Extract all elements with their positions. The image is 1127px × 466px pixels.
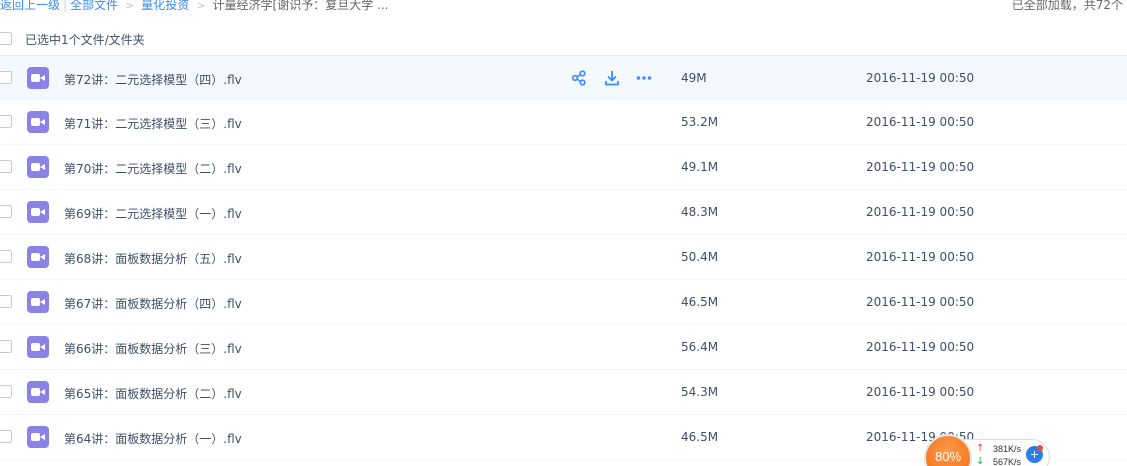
more-icon[interactable]: [635, 69, 653, 87]
file-size: 49M: [681, 71, 707, 85]
table-row[interactable]: 第72讲：二元选择模型（四）.flv 49M 2016-11-19 00:50: [0, 55, 1127, 100]
file-date: 2016-11-19 00:50: [866, 160, 975, 174]
file-name[interactable]: 第68讲：面板数据分析（五）.flv: [64, 250, 242, 267]
all-files-link[interactable]: 全部文件: [70, 0, 118, 12]
selection-bar: 已选中1个文件/文件夹: [0, 26, 1127, 50]
row-checkbox[interactable]: [0, 430, 12, 443]
video-file-icon: [27, 111, 49, 133]
file-date: 2016-11-19 00:50: [866, 205, 975, 219]
file-name[interactable]: 第71讲：二元选择模型（三）.flv: [64, 115, 242, 132]
row-actions: [570, 69, 660, 87]
share-icon[interactable]: [570, 69, 588, 87]
file-date: 2016-11-19 00:50: [866, 115, 975, 129]
video-file-icon: [27, 246, 49, 268]
video-file-icon: [27, 156, 49, 178]
file-name[interactable]: 第70讲：二元选择模型（二）.flv: [64, 160, 242, 177]
table-row[interactable]: 第65讲：面板数据分析（二）.flv 54.3M 2016-11-19 00:5…: [0, 370, 1127, 415]
selection-count-text: 已选中1个文件/文件夹: [25, 33, 145, 47]
download-icon[interactable]: [603, 69, 621, 87]
download-speed: 567K/s: [993, 457, 1022, 466]
row-checkbox[interactable]: [0, 250, 12, 263]
file-name[interactable]: 第69讲：二元选择模型（一）.flv: [64, 205, 242, 222]
video-file-icon: [27, 201, 49, 223]
loaded-status: 已全部加载，共72个: [1011, 0, 1123, 12]
row-checkbox[interactable]: [0, 205, 12, 218]
video-file-icon: [27, 381, 49, 403]
table-row[interactable]: 第66讲：面板数据分析（三）.flv 56.4M 2016-11-19 00:5…: [0, 325, 1127, 370]
video-file-icon: [27, 426, 49, 448]
row-checkbox[interactable]: [0, 160, 12, 173]
file-size: 49.1M: [681, 160, 719, 174]
file-date: 2016-11-19 00:50: [866, 340, 975, 354]
top-bar: 返回上一级 | 全部文件 > 量化投资 > 计量经济学[谢识予：复旦大学 ... 已全部加载…: [0, 0, 1127, 16]
upload-speed: 381K/s: [993, 444, 1022, 454]
file-date: 2016-11-19 00:50: [866, 71, 975, 85]
file-size: 56.4M: [681, 340, 719, 354]
breadcrumb-separator: |: [63, 0, 68, 12]
download-arrow-icon: ↓: [976, 456, 985, 466]
file-name[interactable]: 第72讲：二元选择模型（四）.flv: [64, 71, 242, 88]
file-name[interactable]: 第65讲：面板数据分析（二）.flv: [64, 385, 242, 402]
video-file-icon: [27, 336, 49, 358]
breadcrumb: 返回上一级 | 全部文件 > 量化投资 > 计量经济学[谢识予：复旦大学 ...: [0, 0, 388, 12]
file-size: 54.3M: [681, 385, 719, 399]
file-date: 2016-11-19 00:50: [866, 295, 975, 309]
file-size: 53.2M: [681, 115, 719, 129]
notification-dot: [1037, 445, 1043, 451]
table-row[interactable]: 第71讲：二元选择模型（三）.flv 53.2M 2016-11-19 00:5…: [0, 100, 1127, 145]
chevron-right-icon: >: [196, 0, 206, 12]
file-name[interactable]: 第66讲：面板数据分析（三）.flv: [64, 340, 242, 357]
file-size: 48.3M: [681, 205, 719, 219]
folder-link[interactable]: 量化投资: [141, 0, 189, 12]
select-all-checkbox[interactable]: [0, 32, 12, 45]
row-checkbox[interactable]: [0, 115, 12, 128]
row-checkbox[interactable]: [0, 385, 12, 398]
table-row[interactable]: 第67讲：面板数据分析（四）.flv 46.5M 2016-11-19 00:5…: [0, 280, 1127, 325]
table-row[interactable]: 第69讲：二元选择模型（一）.flv 48.3M 2016-11-19 00:5…: [0, 190, 1127, 235]
speed-widget[interactable]: 80% ↑ 381K/s ↓ 567K/s +: [924, 434, 1052, 466]
file-name[interactable]: 第64讲：面板数据分析（一）.flv: [64, 430, 242, 447]
row-checkbox[interactable]: [0, 340, 12, 353]
row-checkbox[interactable]: [0, 295, 12, 308]
file-size: 46.5M: [681, 430, 719, 444]
video-file-icon: [27, 67, 49, 89]
table-row[interactable]: 第70讲：二元选择模型（二）.flv 49.1M 2016-11-19 00:5…: [0, 145, 1127, 190]
memory-percent: 80%: [934, 449, 962, 464]
current-folder: 计量经济学[谢识予：复旦大学 ...: [212, 0, 389, 12]
table-row[interactable]: 第68讲：面板数据分析（五）.flv 50.4M 2016-11-19 00:5…: [0, 235, 1127, 280]
file-date: 2016-11-19 00:50: [866, 250, 975, 264]
file-size: 50.4M: [681, 250, 719, 264]
file-date: 2016-11-19 00:50: [866, 385, 975, 399]
row-checkbox[interactable]: [0, 71, 12, 84]
file-name[interactable]: 第67讲：面板数据分析（四）.flv: [64, 295, 242, 312]
upload-arrow-icon: ↑: [976, 443, 985, 454]
back-link[interactable]: 返回上一级: [0, 0, 60, 12]
chevron-right-icon: >: [125, 0, 135, 12]
video-file-icon: [27, 291, 49, 313]
file-size: 46.5M: [681, 295, 719, 309]
file-list: 第72讲：二元选择模型（四）.flv 49M 2016-11-19 00:50 …: [0, 55, 1127, 460]
